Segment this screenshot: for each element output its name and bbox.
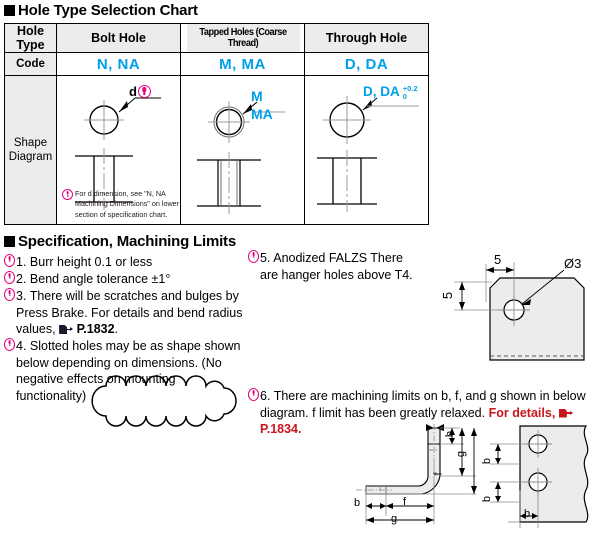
- plate-hole-limits-diagram: [490, 425, 589, 528]
- chart-title-text: Hole Type Selection Chart: [18, 2, 198, 19]
- spec-item-5: 5. Anodized FALZS There are hanger holes…: [260, 251, 413, 282]
- table-row-code: Code N, NA M, MA D, DA: [4, 52, 429, 76]
- hanger-dim-horizontal: 5: [494, 252, 502, 267]
- plate-dim-b-3: b: [524, 508, 531, 520]
- row-label-shape-diagram: Shape Diagram: [4, 75, 57, 225]
- diagram-label-m-ma: M MA: [251, 88, 273, 122]
- diagram-cell-tapped-holes: M MA: [180, 75, 305, 225]
- for-details-label: For details,: [488, 405, 556, 420]
- list-item: 1. Burr height 0.1 or less: [4, 254, 248, 271]
- note-bullet-icon: [62, 188, 73, 200]
- row-label-code: Code: [4, 52, 57, 76]
- tapped-hole-drawing: [197, 101, 285, 214]
- bolt-hole-footnote: For d dimension, see "N, NA Machining Di…: [62, 188, 190, 220]
- tolerance-stack: +0.2 0: [402, 84, 418, 101]
- code-bolt-hole: N, NA: [56, 52, 181, 76]
- bend-limits-diagram: [356, 424, 477, 524]
- chart-section-title: Hole Type Selection Chart: [4, 2, 434, 19]
- page-link-icon[interactable]: [59, 325, 74, 334]
- column-header-bolt-hole: Bolt Hole: [56, 23, 181, 53]
- bend-dim-g-right: g: [455, 450, 468, 458]
- bend-dim-f-right: f: [432, 472, 445, 476]
- row-label-hole-type: Hole Type: [4, 23, 57, 53]
- page-link-1834[interactable]: P.1834: [260, 422, 298, 436]
- page-link-icon[interactable]: [558, 408, 573, 418]
- diagram-label-d-da: D, DA +0.2 0: [363, 84, 418, 101]
- note-bullet-icon: [248, 388, 259, 401]
- bullet-square-icon: [4, 5, 15, 16]
- list-item: 3. There will be scratches and bulges by…: [4, 288, 248, 338]
- hole-type-table: Hole Type Bolt Hole Tapped Holes (Coarse…: [4, 23, 429, 225]
- diagram-cell-through-hole: D, DA +0.2 0: [304, 75, 429, 225]
- plate-dim-b-1: b: [481, 457, 494, 465]
- table-row-shape-diagram: Shape Diagram d For d dimension, see "N,…: [4, 75, 429, 225]
- spec-section-title: Specification, Machining Limits: [4, 233, 602, 250]
- note-bullet-icon: [4, 288, 15, 301]
- bend-dim-b-top: b: [444, 430, 457, 438]
- diagram-cell-bolt-hole: d For d dimension, see "N, NA Machining …: [56, 75, 181, 225]
- spec-item-3: 3. There will be scratches and bulges by…: [16, 289, 243, 336]
- list-item: 5. Anodized FALZS There are hanger holes…: [248, 250, 418, 283]
- list-item: 2. Bend angle tolerance ±1°: [4, 271, 248, 288]
- hanger-hole-diameter-label: Ø3: [564, 256, 582, 271]
- page-link-1832[interactable]: P.1832: [77, 322, 115, 336]
- note-bullet-icon: [137, 85, 151, 98]
- bend-dim-b-left: b: [354, 497, 361, 509]
- code-tapped-holes: M, MA: [180, 52, 305, 76]
- note-bullet-icon: [4, 254, 15, 267]
- column-header-tapped-holes: Tapped Holes (Coarse Thread): [184, 23, 300, 53]
- bend-dim-f-bottom: f: [403, 496, 407, 508]
- note-bullet-icon: [248, 250, 259, 263]
- hanger-dim-vertical: 5: [440, 291, 456, 300]
- spec-item-1: 1. Burr height 0.1 or less: [16, 255, 153, 269]
- bend-dim-g-bottom: g: [391, 513, 398, 525]
- bullet-square-icon: [4, 236, 15, 247]
- column-header-through-hole: Through Hole: [304, 23, 429, 53]
- note-bullet-icon: [4, 271, 15, 284]
- hole-type-selection-chart-section: Hole Type Selection Chart Hole Type Bolt…: [4, 2, 434, 225]
- table-row-hole-type: Hole Type Bolt Hole Tapped Holes (Coarse…: [4, 23, 429, 53]
- diagram-label-d: d: [129, 84, 151, 99]
- spec-item-2: 2. Bend angle tolerance ±1°: [16, 272, 171, 286]
- plate-dim-b-2: b: [481, 495, 494, 503]
- code-through-hole: D, DA: [304, 52, 429, 76]
- spec-title-text: Specification, Machining Limits: [18, 233, 236, 250]
- note-bullet-icon: [4, 338, 15, 351]
- slotted-hole-shape: [91, 375, 237, 427]
